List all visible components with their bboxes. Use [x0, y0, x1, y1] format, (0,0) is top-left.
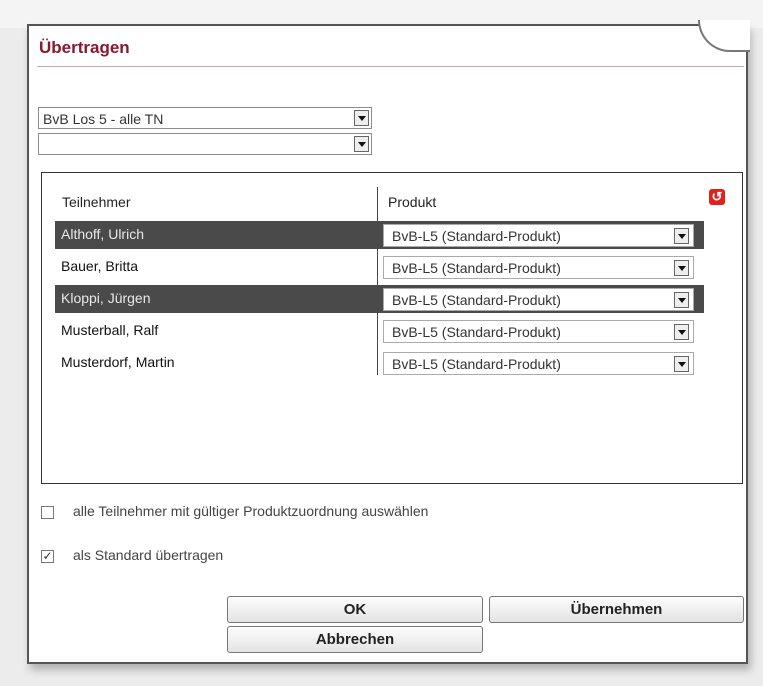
product-select[interactable]: BvB-L5 (Standard-Produkt)	[383, 224, 694, 247]
second-select[interactable]	[38, 133, 372, 155]
product-select-value: BvB-L5 (Standard-Produkt)	[392, 356, 561, 372]
column-divider	[377, 187, 378, 375]
chevron-down-icon[interactable]	[674, 324, 689, 340]
as-standard-label: als Standard übertragen	[73, 547, 224, 563]
chevron-down-icon[interactable]	[354, 136, 369, 152]
product-select-value: BvB-L5 (Standard-Produkt)	[392, 260, 561, 276]
chevron-down-icon[interactable]	[674, 260, 689, 276]
product-select[interactable]: BvB-L5 (Standard-Produkt)	[383, 256, 694, 279]
participant-name: Kloppi, Jürgen	[61, 290, 151, 306]
product-select[interactable]: BvB-L5 (Standard-Produkt)	[383, 320, 694, 343]
header-participant: Teilnehmer	[62, 194, 131, 210]
chevron-down-icon[interactable]	[674, 228, 689, 244]
cancel-button[interactable]: Abbrechen	[227, 626, 483, 653]
table-row[interactable]: Kloppi, Jürgen BvB-L5 (Standard-Produkt)	[55, 285, 704, 313]
participant-name: Musterball, Ralf	[61, 322, 159, 338]
participant-name: Bauer, Britta	[61, 258, 139, 274]
table-row[interactable]: Bauer, Britta BvB-L5 (Standard-Produkt)	[55, 253, 704, 281]
as-standard-checkbox[interactable]: ✓	[41, 550, 54, 563]
apply-button[interactable]: Übernehmen	[489, 596, 744, 623]
ok-button[interactable]: OK	[227, 596, 483, 623]
participant-name: Musterdorf, Martin	[61, 354, 175, 370]
header-product: Produkt	[388, 194, 437, 210]
page-curl-decoration	[698, 20, 750, 52]
title-divider	[37, 66, 744, 67]
product-select[interactable]: BvB-L5 (Standard-Produkt)	[383, 352, 694, 375]
table-row[interactable]: Musterball, Ralf BvB-L5 (Standard-Produk…	[55, 317, 704, 345]
table-row[interactable]: Musterdorf, Martin BvB-L5 (Standard-Prod…	[55, 349, 704, 377]
product-select-value: BvB-L5 (Standard-Produkt)	[392, 228, 561, 244]
participant-product-table: Teilnehmer Produkt ↺ Althoff, Ulrich BvB…	[41, 172, 743, 484]
product-select-value: BvB-L5 (Standard-Produkt)	[392, 324, 561, 340]
dialog-title: Übertragen	[39, 38, 130, 57]
product-select-value: BvB-L5 (Standard-Produkt)	[392, 292, 561, 308]
undo-icon[interactable]: ↺	[709, 189, 725, 205]
chevron-down-icon[interactable]	[674, 292, 689, 308]
chevron-down-icon[interactable]	[354, 110, 369, 126]
transfer-dialog: Übertragen BvB Los 5 - alle TN Teilnehme…	[27, 20, 750, 664]
group-select[interactable]: BvB Los 5 - alle TN	[38, 107, 372, 129]
product-select[interactable]: BvB-L5 (Standard-Produkt)	[383, 288, 694, 311]
group-select-value: BvB Los 5 - alle TN	[43, 111, 164, 127]
chevron-down-icon[interactable]	[674, 356, 689, 372]
participant-name: Althoff, Ulrich	[61, 226, 144, 242]
select-all-label: alle Teilnehmer mit gültiger Produktzuor…	[73, 503, 429, 519]
table-row[interactable]: Althoff, Ulrich BvB-L5 (Standard-Produkt…	[55, 221, 704, 249]
select-all-checkbox[interactable]	[41, 506, 54, 519]
